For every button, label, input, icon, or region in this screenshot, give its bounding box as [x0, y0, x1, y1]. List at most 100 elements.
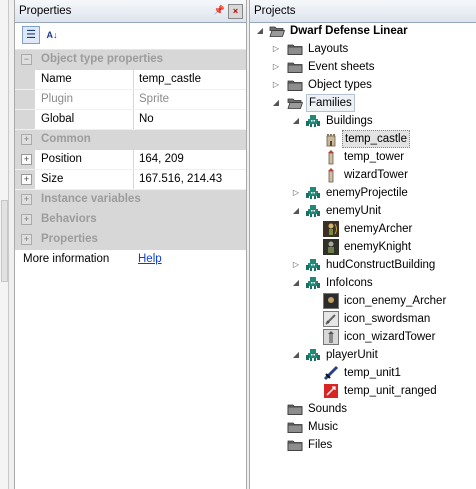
tree-node-temp-tower[interactable]: temp_tower [250, 148, 476, 166]
tree-node-enemyunit[interactable]: ◢ enemyUnit [250, 202, 476, 220]
folder-icon [287, 401, 303, 417]
category-label: Common [41, 133, 91, 145]
property-value[interactable]: 167.516, 214.43 [133, 170, 245, 189]
tree-node-icon-swordsman[interactable]: icon_swordsman [250, 310, 476, 328]
property-row-plugin[interactable]: Plugin Sprite [15, 90, 246, 110]
collapse-arrow-icon[interactable]: ◢ [292, 112, 300, 130]
icon-wizard-icon [323, 329, 339, 345]
tree-node-icon-enemy-archer[interactable]: icon_enemy_Archer [250, 292, 476, 310]
tree-node-enemyprojectile[interactable]: ▷ enemyProjectile [250, 184, 476, 202]
folder-open-icon [287, 95, 304, 111]
tree-node-hudconstructbuilding[interactable]: ▷ hudConstructBuilding [250, 256, 476, 274]
category-label: Object type properties [41, 53, 164, 65]
tree-node-label: Dwarf Defense Linear [290, 25, 408, 37]
folder-icon [287, 77, 303, 93]
tree-node-event-sheets[interactable]: ▷ Event sheets [250, 58, 476, 76]
family-icon [305, 275, 321, 291]
expand-arrow-icon[interactable]: ▷ [292, 184, 300, 202]
tree-node-label: temp_unit1 [344, 367, 401, 379]
tree-node-dwarf-defense-linear[interactable]: ◢ Dwarf Defense Linear [250, 22, 476, 40]
tree-node-enemyarcher[interactable]: enemyArcher [250, 220, 476, 238]
property-value[interactable]: 164, 209 [133, 150, 245, 169]
more-information-row: More information Help [15, 250, 246, 269]
category-behaviors[interactable]: + Behaviors [15, 210, 246, 230]
tower-icon [323, 149, 339, 165]
help-link[interactable]: Help [133, 250, 244, 269]
tree-node-enemyknight[interactable]: enemyKnight [250, 238, 476, 256]
expand-collapse-icon[interactable]: + [21, 134, 32, 145]
expand-arrow-icon[interactable]: ▷ [292, 256, 300, 274]
projects-panel: Projects ◢ Dwarf Defense Linear ▷ Layouts ▷ E… [249, 0, 476, 489]
expand-collapse-icon[interactable]: + [21, 194, 32, 205]
properties-panel: Properties 📌 × ☰ A↓ − Object type propert… [14, 0, 247, 489]
category-common[interactable]: + Common [15, 130, 246, 150]
expand-collapse-icon[interactable]: + [21, 214, 32, 225]
unit1-icon [323, 365, 339, 381]
alphabetical-sort-icon[interactable]: A↓ [44, 27, 60, 43]
properties-title: Properties [19, 5, 72, 17]
tree-node-label: Buildings [326, 115, 373, 127]
pin-icon[interactable]: 📌 [213, 4, 226, 17]
tree-node-label: Layouts [308, 43, 349, 55]
property-row-size[interactable]: + Size 167.516, 214.43 [15, 170, 246, 190]
expand-arrow-icon[interactable]: ▷ [272, 76, 280, 94]
left-dock-strip [0, 0, 9, 489]
tree-node-buildings[interactable]: ◢ Buildings [250, 112, 476, 130]
category-instance-variables[interactable]: + Instance variables [15, 190, 246, 210]
category-properties[interactable]: + Properties [15, 230, 246, 250]
expand-arrow-icon[interactable]: ▷ [272, 58, 280, 76]
tree-node-label: Object types [308, 79, 372, 91]
family-icon [305, 203, 321, 219]
expand-icon[interactable]: + [21, 154, 32, 165]
tree-node-temp-castle[interactable]: temp_castle [250, 130, 476, 148]
tree-node-infoicons[interactable]: ◢ InfoIcons [250, 274, 476, 292]
tree-node-layouts[interactable]: ▷ Layouts [250, 40, 476, 58]
icon-archer-icon [323, 293, 339, 309]
tree-node-temp-unit1[interactable]: temp_unit1 [250, 364, 476, 382]
property-row-name[interactable]: Name temp_castle [15, 70, 246, 90]
tree-node-label: hudConstructBuilding [326, 259, 436, 271]
tree-node-wizardtower[interactable]: wizardTower [250, 166, 476, 184]
tree-node-icon-wizardtower[interactable]: icon_wizardTower [250, 328, 476, 346]
icon-sword-icon [323, 311, 339, 327]
tree-node-sounds[interactable]: Sounds [250, 400, 476, 418]
tree-node-music[interactable]: Music [250, 418, 476, 436]
property-value[interactable]: No [133, 110, 245, 129]
collapse-arrow-icon[interactable]: ◢ [292, 202, 300, 220]
tree-node-label: enemyArcher [344, 223, 413, 235]
tree-node-object-types[interactable]: ▷ Object types [250, 76, 476, 94]
expand-collapse-icon[interactable]: − [21, 54, 32, 65]
collapse-arrow-icon[interactable]: ◢ [256, 22, 264, 40]
folder-open-icon [269, 23, 286, 39]
tree-node-label: Files [308, 439, 333, 451]
collapse-arrow-icon[interactable]: ◢ [292, 274, 300, 292]
row-gutter [15, 90, 35, 109]
expand-icon[interactable]: + [21, 174, 32, 185]
categorized-view-icon[interactable]: ☰ [22, 26, 40, 44]
property-value[interactable]: temp_castle [133, 70, 245, 89]
tree-node-families[interactable]: ◢ Families [250, 94, 476, 112]
category-label: Behaviors [41, 213, 97, 225]
collapse-arrow-icon[interactable]: ◢ [272, 94, 280, 112]
category-label: Properties [41, 233, 98, 245]
property-row-global[interactable]: Global No [15, 110, 246, 130]
expand-collapse-icon[interactable]: + [21, 234, 32, 245]
tree-node-temp-unit-ranged[interactable]: temp_unit_ranged [250, 382, 476, 400]
folder-icon [287, 41, 303, 57]
family-icon [305, 185, 321, 201]
property-name: Position [41, 153, 82, 165]
tree-node-label: enemyKnight [344, 241, 412, 253]
category-object-type-properties[interactable]: − Object type properties [15, 50, 246, 70]
tree-node-label: Music [308, 421, 339, 433]
tree-node-playerunit[interactable]: ◢ playerUnit [250, 346, 476, 364]
tree-node-label: wizardTower [344, 169, 408, 181]
expand-arrow-icon[interactable]: ▷ [272, 40, 280, 58]
close-icon[interactable]: × [228, 4, 243, 19]
tree-node-label: temp_unit_ranged [344, 385, 437, 397]
dock-scroll-thumb[interactable] [1, 200, 8, 282]
folder-icon [287, 59, 303, 75]
collapse-arrow-icon[interactable]: ◢ [292, 346, 300, 364]
property-value[interactable]: Sprite [133, 90, 245, 109]
property-row-position[interactable]: + Position 164, 209 [15, 150, 246, 170]
tree-node-files[interactable]: Files [250, 436, 476, 454]
